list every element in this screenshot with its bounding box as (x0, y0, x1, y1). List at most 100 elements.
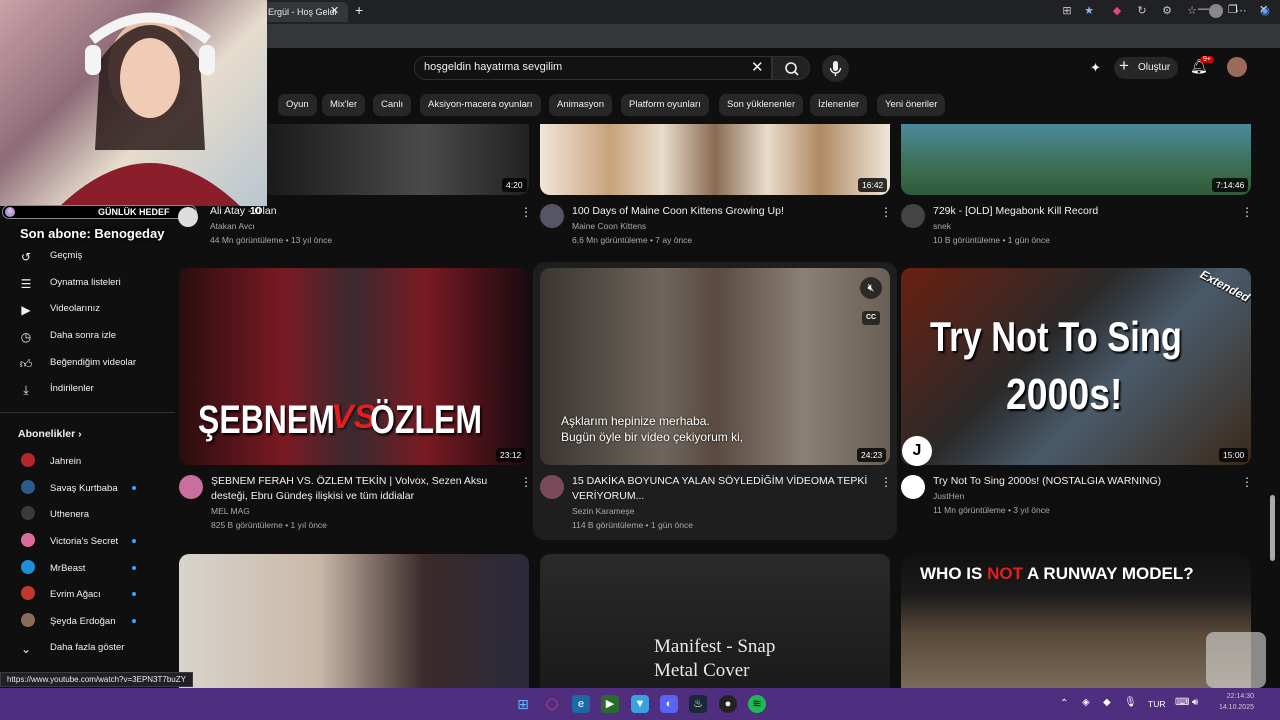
minimize-button[interactable]: — (1198, 3, 1209, 15)
video-thumbnail-2[interactable] (540, 124, 890, 195)
network-icon[interactable]: ⌨ (1175, 697, 1189, 708)
apps-icon[interactable]: ⊞ (1060, 4, 1074, 18)
menu-icon[interactable]: ⋯ (1234, 4, 1248, 18)
video-duration: 24:23 (857, 448, 887, 462)
bookmark-star-icon[interactable]: ★ (1082, 4, 1096, 18)
sidebar-item-history[interactable]: ↺ Geçmiş (18, 246, 168, 270)
opera-icon[interactable]: ◯ (543, 695, 561, 713)
link-status-url: https://www.youtube.com/watch?v=3EPN3T7b… (0, 672, 193, 687)
tray-app-icon[interactable]: ◈ (1082, 697, 1090, 708)
video-title[interactable]: Try Not To Sing 2000s! (NOSTALGIA WARNIN… (933, 474, 1233, 489)
sidebar-item-your-videos[interactable]: ▶ Videolarınız (18, 299, 168, 323)
history-icon: ↺ (20, 250, 32, 264)
subscriptions-heading[interactable]: Abonelikler › (18, 428, 82, 440)
channel-avatar[interactable] (179, 475, 203, 499)
clock-date[interactable]: 14.10.2025 (1212, 704, 1254, 711)
search-button[interactable] (772, 56, 810, 80)
video-title[interactable]: 100 Days of Maine Coon Kittens Growing U… (572, 204, 872, 219)
windows-start-icon[interactable]: ⊞ (514, 695, 532, 713)
close-icon[interactable]: ✕ (751, 58, 764, 76)
channel-avatar[interactable] (901, 204, 925, 228)
mute-icon[interactable]: 🔇︎ (860, 277, 882, 299)
sidebar-item-label: Beğendiğim videolar (50, 357, 137, 368)
more-options-icon[interactable]: ⋮ (1241, 205, 1253, 219)
video-channel[interactable]: JustHen (933, 489, 964, 504)
tab-close-icon[interactable]: ✕ (330, 4, 339, 17)
steam-icon[interactable]: ♨ (689, 695, 707, 713)
sidebar-show-more[interactable]: ⌄ Daha fazla göster (18, 638, 168, 662)
more-options-icon[interactable]: ⋮ (520, 205, 532, 219)
chip-animasyon[interactable]: Animasyon (549, 94, 612, 116)
media-player-icon[interactable]: ▶ (601, 695, 619, 713)
sidebar-item-playlists[interactable]: ☰ Oynatma listeleri (18, 273, 168, 297)
obs-icon[interactable]: ● (719, 695, 737, 713)
channel-avatar[interactable] (540, 475, 564, 499)
more-options-icon[interactable]: ⋮ (520, 475, 532, 489)
chip-platform-oyunlari[interactable]: Platform oyunları (621, 94, 709, 116)
refresh-extension-icon[interactable]: ↻ (1135, 4, 1149, 18)
video-channel[interactable]: Sezin Karameşe (572, 504, 634, 519)
search-query-text[interactable]: hoşgeldin hayatıma sevgilim (424, 61, 562, 73)
video-icon: ▶ (21, 303, 31, 317)
chip-canli[interactable]: Canlı (373, 94, 412, 116)
video-thumbnail-7[interactable] (179, 554, 529, 688)
chip-izlenenler[interactable]: İzlenenler (810, 94, 868, 116)
more-options-icon[interactable]: ⋮ (880, 205, 892, 219)
extension-icon[interactable]: ◆ (1110, 4, 1124, 18)
tray-expand-icon[interactable]: ⌃ (1060, 698, 1068, 709)
chip-oyun[interactable]: Oyun (278, 94, 317, 116)
video-title[interactable]: ŞEBNEM FERAH VS. ÖZLEM TEKİN | Volvox, S… (211, 474, 501, 504)
thumbnail-text: ŞEBNEM (198, 398, 335, 442)
video-channel[interactable]: snek (933, 219, 951, 234)
account-avatar[interactable] (1227, 57, 1247, 77)
video-thumbnail-3[interactable] (901, 124, 1251, 195)
browser-address-bar[interactable] (262, 24, 1280, 48)
language-indicator[interactable]: TUR (1148, 699, 1165, 709)
spotify-icon[interactable]: ≋ (748, 695, 766, 713)
sidebar-item-downloads[interactable]: ⤓ İndirilenler (18, 379, 168, 403)
channel-avatar[interactable] (901, 475, 925, 499)
volume-icon[interactable]: 🔊︎ (1192, 697, 1198, 708)
download-icon: ⤓ (23, 383, 29, 397)
video-channel[interactable]: MEL MAG (211, 504, 250, 519)
video-thumbnail-1[interactable] (267, 124, 529, 195)
sidebar-sub-victorias-secret[interactable]: Victoria's Secret (18, 532, 168, 556)
clock-time[interactable]: 22:14:30 (1212, 693, 1254, 700)
more-options-icon[interactable]: ⋮ (1241, 475, 1253, 489)
video-title[interactable]: 729k - [OLD] Megabonk Kill Record (933, 204, 1233, 219)
chip-son-yuklenenler[interactable]: Son yüklenenler (719, 94, 804, 116)
new-content-dot (132, 539, 136, 543)
copilot-icon[interactable]: ◉ (1258, 4, 1272, 18)
channel-avatar[interactable] (540, 204, 564, 228)
sidebar-sub-jahrein[interactable]: Jahrein (18, 452, 168, 476)
gemini-icon[interactable]: ✦ (1090, 60, 1101, 76)
tray-app-icon[interactable]: ◆ (1103, 697, 1111, 708)
discord-icon[interactable]: ◐ (660, 695, 678, 713)
new-tab-button[interactable]: + (355, 2, 363, 18)
voice-search-button[interactable] (822, 55, 849, 82)
profile-avatar[interactable] (1209, 4, 1223, 18)
video-title[interactable]: 15 DAKİKA BOYUNCA YALAN SÖYLEDİĞİM VİDEO… (572, 474, 872, 504)
sidebar-sub-uthenera[interactable]: Uthenera (18, 505, 168, 529)
chip-yeni-oneriler[interactable]: Yeni öneriler (877, 94, 946, 116)
chip-aksiyon-macera[interactable]: Aksiyon-macera oyunları (420, 94, 541, 116)
nvidia-icon[interactable]: ▼ (631, 695, 649, 713)
captions-icon[interactable]: CC (862, 311, 880, 325)
sidebar-sub-savas-kurtbaba[interactable]: Savaş Kurtbaba (18, 479, 168, 503)
edge-browser-icon[interactable]: e (572, 695, 590, 713)
sidebar-sub-evrim-agaci[interactable]: Evrim Ağacı (18, 585, 168, 609)
sidebar-sub-seyda-erdogan[interactable]: Şeyda Erdoğan (18, 612, 168, 636)
video-channel[interactable]: Atakan Avcı (210, 219, 255, 234)
favorites-icon[interactable]: ☆ (1185, 4, 1199, 18)
chip-mixler[interactable]: Mix'ler (322, 94, 366, 116)
video-thumbnail-6[interactable] (901, 268, 1251, 465)
sidebar-item-liked-videos[interactable]: 👍︎ Beğendiğim videolar (18, 353, 168, 377)
mic-tray-icon[interactable]: 🎙︎ (1124, 697, 1137, 708)
sidebar-sub-mrbeast[interactable]: MrBeast (18, 559, 168, 583)
extensions-icon[interactable]: ⚙ (1160, 4, 1174, 18)
video-meta: 44 Mn görüntüleme • 13 yıl önce (210, 235, 333, 245)
sidebar-item-watch-later[interactable]: ◷ Daha sonra izle (18, 326, 168, 350)
video-channel[interactable]: Maine Coon Kittens (572, 219, 646, 234)
page-scrollbar[interactable] (1270, 495, 1275, 561)
more-options-icon[interactable]: ⋮ (880, 475, 892, 489)
